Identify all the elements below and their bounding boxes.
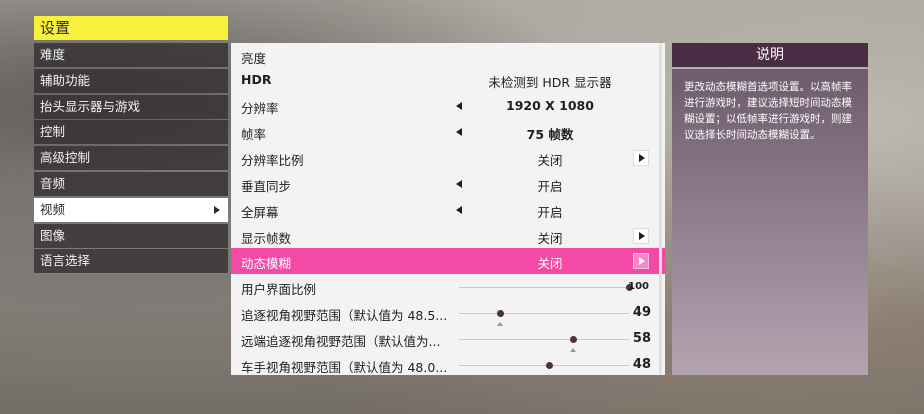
default-marker-icon bbox=[546, 374, 553, 375]
triangle-right-icon bbox=[639, 257, 645, 265]
setting-label: 帧率 bbox=[241, 127, 267, 142]
slider-value: 48 bbox=[632, 357, 651, 372]
slider-thumb[interactable] bbox=[496, 310, 504, 317]
setting-row-resolution-scale[interactable]: 分辨率比例 关闭 bbox=[231, 145, 657, 171]
setting-value: 开启 bbox=[537, 205, 563, 220]
sidebar-item-label: 图像 bbox=[40, 227, 66, 243]
sidebar-item-advanced-controls[interactable]: 高级控制 bbox=[34, 146, 228, 171]
setting-value: 未检测到 HDR 显示器 bbox=[488, 75, 612, 90]
sidebar-item-accessibility[interactable]: 辅助功能 bbox=[34, 68, 228, 93]
sidebar-item-label: 音频 bbox=[40, 175, 66, 191]
slider-track[interactable] bbox=[459, 362, 629, 375]
setting-label: 显示帧数 bbox=[241, 231, 292, 246]
description-text: 更改动态模糊首选项设置。以高帧率进行游戏时，建议选择短时间动态模糊设置；以低帧率… bbox=[672, 69, 868, 375]
triangle-right-icon bbox=[214, 205, 220, 214]
setting-row-show-fps[interactable]: 显示帧数 关闭 bbox=[231, 223, 657, 249]
setting-label: 分辨率比例 bbox=[241, 153, 304, 168]
video-settings-panel: 亮度 HDR 未检测到 HDR 显示器 分辨率 1920 X 1080 帧率 7… bbox=[231, 43, 665, 375]
sidebar-item-label: 视频 bbox=[40, 201, 66, 217]
triangle-right-icon bbox=[639, 232, 645, 240]
slider-row-ui-scale[interactable]: 用户界面比例 100 bbox=[231, 274, 657, 300]
slider-row-far-chase-fov[interactable]: 远端追逐视角视野范围（默认值为... 58 bbox=[231, 326, 657, 352]
setting-label: 亮度 bbox=[241, 51, 267, 66]
setting-row-hdr[interactable]: HDR 未检测到 HDR 显示器 bbox=[231, 67, 657, 93]
right-arrow-button[interactable] bbox=[633, 253, 649, 269]
sidebar-item-controls[interactable]: 控制 bbox=[34, 120, 228, 145]
slider-track[interactable] bbox=[459, 284, 633, 291]
setting-value: 75 帧数 bbox=[526, 127, 574, 142]
setting-label: HDR bbox=[241, 72, 272, 87]
setting-value: 关闭 bbox=[537, 231, 563, 246]
sidebar-item-audio[interactable]: 音频 bbox=[34, 171, 228, 196]
sidebar-item-label: 高级控制 bbox=[40, 150, 91, 166]
sidebar-item-label: 控制 bbox=[40, 124, 66, 140]
setting-value: 开启 bbox=[537, 179, 563, 194]
setting-row-vsync[interactable]: 垂直同步 开启 bbox=[231, 171, 657, 197]
slider-track[interactable] bbox=[459, 336, 629, 352]
right-arrow-button[interactable] bbox=[633, 150, 649, 166]
setting-label: 分辨率 bbox=[241, 101, 279, 116]
setting-label: 动态模糊 bbox=[241, 256, 292, 271]
sidebar-item-difficulty[interactable]: 难度 bbox=[34, 43, 228, 67]
triangle-left-icon[interactable] bbox=[456, 128, 462, 136]
sidebar-item-label: 语言选择 bbox=[40, 253, 91, 269]
setting-value: 1920 X 1080 bbox=[506, 98, 594, 113]
setting-row-motion-blur[interactable]: 动态模糊 关闭 bbox=[231, 248, 665, 274]
sidebar-item-language[interactable]: 语言选择 bbox=[34, 249, 228, 274]
setting-row-resolution[interactable]: 分辨率 1920 X 1080 bbox=[231, 93, 657, 119]
sidebar-item-label: 辅助功能 bbox=[40, 72, 91, 88]
setting-label: 垂直同步 bbox=[241, 179, 292, 194]
settings-scrollbar[interactable] bbox=[659, 43, 662, 375]
slider-value: 58 bbox=[632, 331, 651, 346]
setting-label: 追逐视角视野范围（默认值为 48.5... bbox=[241, 308, 448, 323]
sidebar-item-label: 难度 bbox=[40, 47, 66, 62]
setting-label: 车手视角视野范围（默认值为 48.0... bbox=[241, 360, 448, 375]
slider-track[interactable] bbox=[459, 310, 629, 326]
triangle-right-icon bbox=[639, 154, 645, 162]
setting-row-framerate[interactable]: 帧率 75 帧数 bbox=[231, 119, 657, 145]
slider-value: 100 bbox=[628, 281, 649, 292]
sidebar-item-hud-gameplay[interactable]: 抬头显示器与游戏 bbox=[34, 94, 228, 119]
slider-row-chase-fov[interactable]: 追逐视角视野范围（默认值为 48.5... 49 bbox=[231, 300, 657, 326]
sidebar-item-graphics[interactable]: 图像 bbox=[34, 223, 228, 248]
settings-sidebar: 难度 辅助功能 抬头显示器与游戏 控制 高级控制 音频 视频 图像 语言选择 bbox=[34, 43, 228, 275]
setting-row-brightness[interactable]: 亮度 bbox=[231, 43, 657, 69]
triangle-left-icon[interactable] bbox=[456, 180, 462, 188]
slider-value: 49 bbox=[632, 305, 651, 320]
sidebar-item-video[interactable]: 视频 bbox=[34, 197, 228, 222]
setting-value: 关闭 bbox=[537, 256, 563, 271]
settings-header: 设置 bbox=[34, 16, 228, 40]
setting-label: 用户界面比例 bbox=[241, 282, 317, 297]
right-arrow-button[interactable] bbox=[633, 228, 649, 244]
slider-thumb[interactable] bbox=[546, 362, 554, 369]
setting-label: 远端追逐视角视野范围（默认值为... bbox=[241, 334, 441, 349]
sidebar-item-label: 抬头显示器与游戏 bbox=[40, 98, 141, 114]
triangle-left-icon[interactable] bbox=[456, 102, 462, 110]
setting-row-fullscreen[interactable]: 全屏幕 开启 bbox=[231, 197, 657, 223]
slider-thumb[interactable] bbox=[569, 336, 577, 343]
setting-value: 关闭 bbox=[537, 153, 563, 168]
triangle-left-icon[interactable] bbox=[456, 206, 462, 214]
slider-row-driver-fov[interactable]: 车手视角视野范围（默认值为 48.0... 48 bbox=[231, 352, 657, 375]
description-header: 说明 bbox=[672, 43, 868, 67]
setting-label: 全屏幕 bbox=[241, 205, 279, 220]
